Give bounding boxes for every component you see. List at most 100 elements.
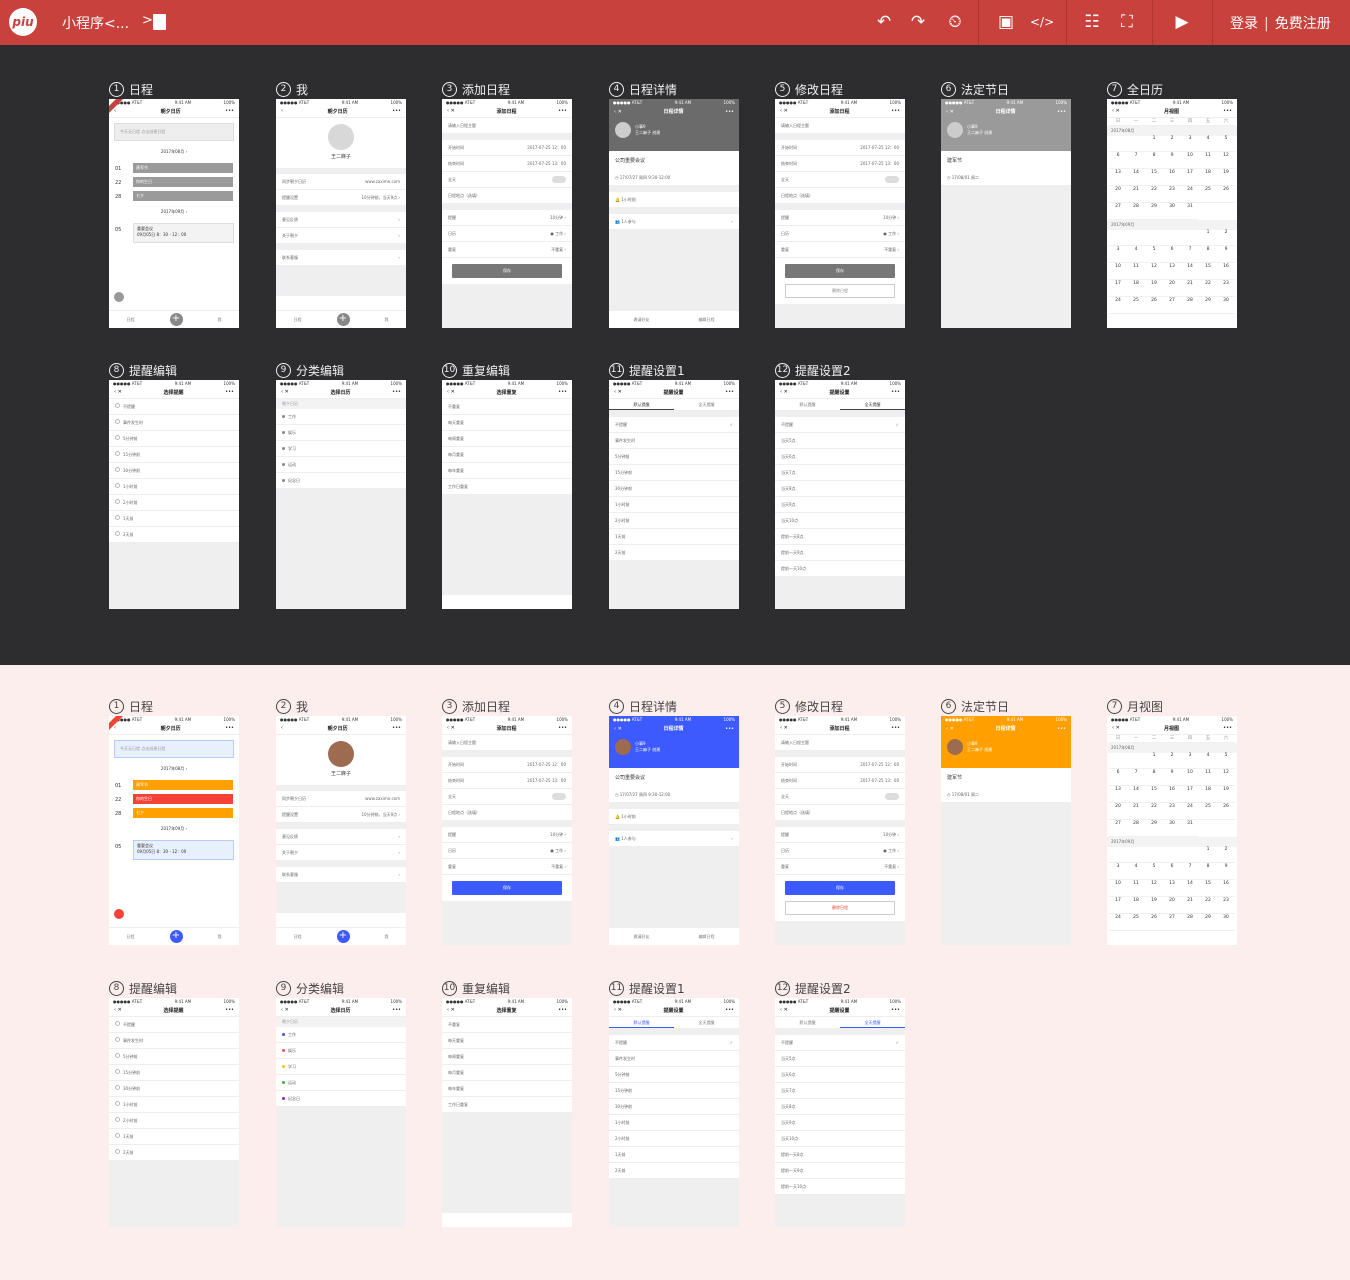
more-icon[interactable]: ••• [225, 725, 234, 731]
settings-row[interactable]: 关于朝夕 › [276, 845, 406, 861]
remind-option[interactable]: 1小时前 [609, 497, 739, 513]
day-cell[interactable]: 30 [1163, 204, 1181, 220]
settings-row[interactable]: 提醒设置 10分钟前，当天9点 › [276, 190, 406, 206]
remind-option[interactable]: 2天前 [609, 1163, 739, 1179]
day-cell[interactable]: 31 [1181, 204, 1199, 220]
location-input[interactable]: 日程地点（选填） [775, 188, 905, 204]
back-icon[interactable]: ‹ ✕ [447, 108, 455, 114]
undo-icon[interactable]: ↶ [872, 10, 896, 34]
day-cell[interactable]: 20 [1109, 804, 1127, 820]
subject-input[interactable]: 请输入日程主题 [442, 118, 572, 134]
event-remind[interactable]: 🔔 1小时前 [609, 192, 739, 208]
option-row[interactable]: 2小时前 [109, 1113, 239, 1129]
end-time[interactable]: 结束时间 2017-07-25 13：00 [442, 773, 572, 789]
category-row[interactable]: 运动 [276, 457, 406, 473]
option-row[interactable]: 15分钟前 [109, 447, 239, 463]
register-link[interactable]: 免费注册 [1275, 13, 1331, 33]
day-cell[interactable]: 6 [1109, 770, 1127, 786]
day-cell[interactable]: 29 [1199, 298, 1217, 314]
more-icon[interactable]: ••• [725, 389, 734, 395]
day-cell[interactable]: 27 [1163, 915, 1181, 931]
day-cell[interactable]: 21 [1181, 281, 1199, 297]
day-cell[interactable]: 22 [1199, 281, 1217, 297]
subject-input[interactable]: 请输入日程主题 [442, 735, 572, 751]
remind-option[interactable]: 不提醒 ✓ [609, 417, 739, 433]
day-cell[interactable]: 31 [1181, 821, 1199, 837]
allday-row[interactable]: 全天 [775, 789, 905, 805]
day-cell[interactable]: 2 [1163, 136, 1181, 152]
layout-icon[interactable]: ☷ [1080, 10, 1104, 34]
delete-button[interactable]: 删除日程 [785, 284, 895, 298]
remind-option[interactable]: 提前一天10点 [775, 1179, 905, 1195]
empty-hint[interactable]: 今天无日程 点击创建日程 [114, 740, 234, 758]
day-cell[interactable]: 28 [1127, 204, 1145, 220]
day-cell[interactable]: 13 [1109, 787, 1127, 803]
meeting-card[interactable]: 重要会议 09月05日 8：30 - 12：00 [133, 840, 234, 860]
remind-option[interactable]: 当天9点 [775, 1115, 905, 1131]
day-cell[interactable]: 25 [1199, 804, 1217, 820]
remind-option[interactable]: 当天10点 [775, 1131, 905, 1147]
remind-option[interactable]: 2小时前 [609, 1131, 739, 1147]
day-cell[interactable]: 18 [1127, 898, 1145, 914]
settings-row[interactable]: 关于朝夕 › [276, 228, 406, 244]
option-row[interactable]: 30分钟前 [109, 463, 239, 479]
remind-option[interactable]: 当天9点 [775, 497, 905, 513]
end-time[interactable]: 结束时间 2017-07-25 13：00 [775, 773, 905, 789]
day-cell[interactable]: 28 [1181, 298, 1199, 314]
invite-friends-button[interactable]: 邀请好友 [634, 317, 650, 323]
settings-row[interactable]: 提醒设置 10分钟前，当天9点 › [276, 807, 406, 823]
avatar[interactable] [947, 739, 963, 755]
avatar[interactable] [615, 122, 631, 138]
back-icon[interactable]: ‹ ✕ [614, 726, 622, 732]
add-page-icon[interactable] [153, 14, 166, 30]
location-input[interactable]: 日程地点（选填） [442, 805, 572, 821]
more-icon[interactable]: ••• [558, 389, 567, 395]
day-cell[interactable]: 21 [1181, 898, 1199, 914]
remind-option[interactable]: 当天8点 [775, 481, 905, 497]
participants-row[interactable]: 👥 1人参与 › [609, 214, 739, 230]
day-cell[interactable]: 28 [1127, 821, 1145, 837]
avatar[interactable] [328, 741, 354, 767]
avatar[interactable] [947, 122, 963, 138]
back-icon[interactable]: ‹ ✕ [1112, 725, 1120, 731]
day-cell[interactable]: 15 [1145, 787, 1163, 803]
option-row[interactable]: 每年重复 [442, 1081, 572, 1097]
day-cell[interactable]: 21 [1127, 804, 1145, 820]
option-row[interactable]: 事件发生时 [109, 1033, 239, 1049]
day-cell[interactable]: 8 [1145, 153, 1163, 169]
more-icon[interactable]: ••• [891, 108, 900, 114]
settings-row[interactable]: 联系客服 › [276, 250, 406, 266]
remind-option[interactable]: 当天5点 [775, 1051, 905, 1067]
event-time[interactable]: ◷ 17/07/27 周四 9:30-12:00 [609, 170, 739, 186]
settings-row[interactable]: 意见反馈 › [276, 829, 406, 845]
day-cell[interactable]: 13 [1163, 881, 1181, 897]
option-row[interactable]: 1小时前 [109, 479, 239, 495]
more-icon[interactable]: ••• [725, 1007, 734, 1013]
option-row[interactable]: 工作日重复 [442, 479, 572, 495]
more-icon[interactable]: ••• [891, 725, 900, 731]
option-row[interactable]: 每周重复 [442, 1049, 572, 1065]
day-cell[interactable]: 17 [1181, 787, 1199, 803]
option-row[interactable]: 5分钟前 [109, 431, 239, 447]
option-row[interactable]: 每天重复 [442, 1033, 572, 1049]
more-icon[interactable]: ••• [558, 108, 567, 114]
day-cell[interactable]: 8 [1199, 247, 1217, 263]
tab-schedule[interactable]: 日程 [294, 317, 302, 323]
back-icon[interactable]: ‹ ✕ [614, 1007, 622, 1013]
day-cell[interactable]: 22 [1199, 898, 1217, 914]
day-cell[interactable]: 26 [1217, 804, 1235, 820]
repeat-row[interactable]: 重复 不重复 › [442, 242, 572, 258]
add-button[interactable]: + [169, 930, 183, 943]
more-icon[interactable]: ••• [1223, 108, 1232, 114]
save-button[interactable]: 保存 [452, 264, 562, 278]
tab-me[interactable]: 我 [218, 317, 222, 323]
day-cell[interactable]: 25 [1127, 298, 1145, 314]
remind-option[interactable]: 15分钟前 [609, 1083, 739, 1099]
tab-default[interactable]: 默认提醒 [609, 399, 674, 410]
day-cell[interactable]: 18 [1199, 170, 1217, 186]
back-icon[interactable]: ‹ ✕ [114, 1007, 122, 1013]
remind-option[interactable]: 提前一天10点 [775, 561, 905, 577]
remind-option[interactable]: 当天6点 [775, 449, 905, 465]
redo-icon[interactable]: ↷ [906, 10, 930, 34]
back-icon[interactable]: ‹ ✕ [1112, 108, 1120, 114]
